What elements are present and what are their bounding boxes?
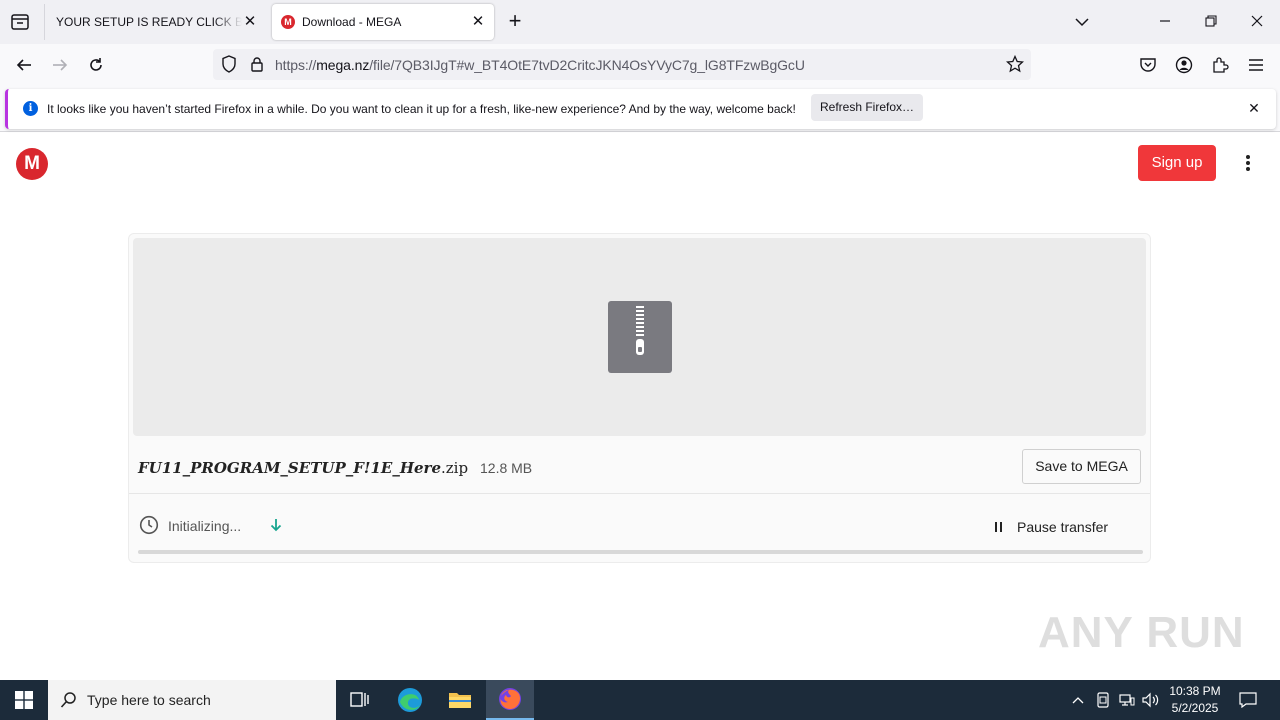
clock-icon [139,515,159,535]
mega-download-page: M Sign up FU11_PROGRAM_SETUP_F!1E_Here.z… [0,133,1280,680]
notifications-icon[interactable] [1234,680,1262,720]
mega-logo[interactable]: M [16,148,48,180]
info-icon: i [23,101,38,116]
chevron-up-icon[interactable] [1068,680,1088,720]
url-bar[interactable]: https://mega.nz/file/7QB3IJgT#w_BT4OtE7t… [213,49,1031,80]
url-host: mega.nz [316,57,370,73]
tab-download-mega[interactable]: M Download - MEGA ✕ [272,4,494,40]
pocket-icon[interactable] [1135,53,1161,77]
close-window-icon[interactable] [1242,8,1272,36]
zip-file-icon [608,301,672,373]
file-download-card: FU11_PROGRAM_SETUP_F!1E_Here.zip 12.8 MB… [128,233,1151,563]
windows-taskbar: Type here to search 10:38 PM 5/2/2025 [0,680,1280,720]
file-explorer-icon[interactable] [436,680,484,720]
file-size: 12.8 MB [480,460,533,476]
tab-title: YOUR SETUP IS READY CLICK BELOW [56,15,242,29]
taskbar-search[interactable]: Type here to search [48,680,336,720]
progress-bar [138,550,1143,554]
firefox-icon[interactable] [486,680,534,720]
edge-icon[interactable] [386,680,434,720]
lock-icon[interactable] [244,52,270,76]
star-icon[interactable] [1002,52,1028,76]
restore-icon[interactable] [1196,8,1226,36]
close-icon[interactable]: ✕ [470,14,486,30]
forward-icon[interactable] [47,53,73,77]
file-name: FU11_PROGRAM_SETUP_F!1E_Here.zip [138,459,468,477]
file-info-row: FU11_PROGRAM_SETUP_F!1E_Here.zip 12.8 MB… [129,440,1150,494]
pause-icon[interactable] [993,520,1005,532]
search-placeholder: Type here to search [87,692,211,708]
save-to-mega-button[interactable]: Save to MEGA [1022,449,1141,484]
chevron-down-icon[interactable] [1072,12,1092,32]
taskbar-clock[interactable]: 10:38 PM 5/2/2025 [1158,683,1232,717]
plus-icon[interactable]: + [504,10,526,34]
minimize-icon[interactable] [1150,8,1180,36]
refresh-firefox-button[interactable]: Refresh Firefox… [811,94,923,121]
url-scheme: https:// [275,57,317,73]
notification-area: i It looks like you haven’t started Fire… [0,86,1280,132]
reload-icon[interactable] [83,53,109,77]
close-icon[interactable]: ✕ [242,14,258,30]
refresh-firefox-notification: i It looks like you haven’t started Fire… [5,89,1276,129]
tab-list-icon[interactable] [8,11,32,33]
file-name-base: FU11_PROGRAM_SETUP_F!1E_Here [138,459,441,477]
file-extension: .zip [441,459,469,477]
menu-icon[interactable] [1243,53,1269,77]
url-text: https://mega.nz/file/7QB3IJgT#w_BT4OtE7t… [275,57,805,73]
clock-date: 5/2/2025 [1171,701,1219,715]
anyrun-watermark: ANY RUN [1038,608,1245,658]
device-icon[interactable] [1093,680,1113,720]
network-icon[interactable] [1116,680,1138,720]
tab-strip: YOUR SETUP IS READY CLICK BELOW ✕ M Down… [0,0,1280,44]
task-view-icon[interactable] [336,680,384,720]
close-icon[interactable]: ✕ [1246,100,1262,116]
navigation-toolbar: https://mega.nz/file/7QB3IJgT#w_BT4OtE7t… [0,44,1280,86]
extensions-icon[interactable] [1207,53,1233,77]
account-icon[interactable] [1171,53,1197,77]
sign-up-button[interactable]: Sign up [1138,145,1216,181]
notification-text: It looks like you haven’t started Firefo… [47,102,796,116]
arrow-down-icon [268,517,284,533]
file-preview [133,238,1146,436]
tab-setup-ready[interactable]: YOUR SETUP IS READY CLICK BELOW ✕ [44,4,266,40]
transfer-status: Initializing... [168,518,242,534]
tab-title: Download - MEGA [302,15,402,29]
shield-icon[interactable] [216,52,242,76]
mega-favicon-icon: M [281,15,295,29]
back-icon[interactable] [11,53,37,77]
more-options-icon[interactable] [1238,152,1258,174]
transfer-status-row: Initializing... Pause transfer [129,495,1150,555]
clock-time: 10:38 PM [1169,684,1221,698]
pause-transfer-button[interactable]: Pause transfer [1017,519,1108,535]
url-path: /file/7QB3IJgT#w_BT4OtE7tvD2CritcJKN4OsY… [369,57,805,73]
watermark-text: ANY RUN [1038,608,1245,657]
windows-start-icon[interactable] [0,680,48,720]
search-icon [60,691,78,714]
